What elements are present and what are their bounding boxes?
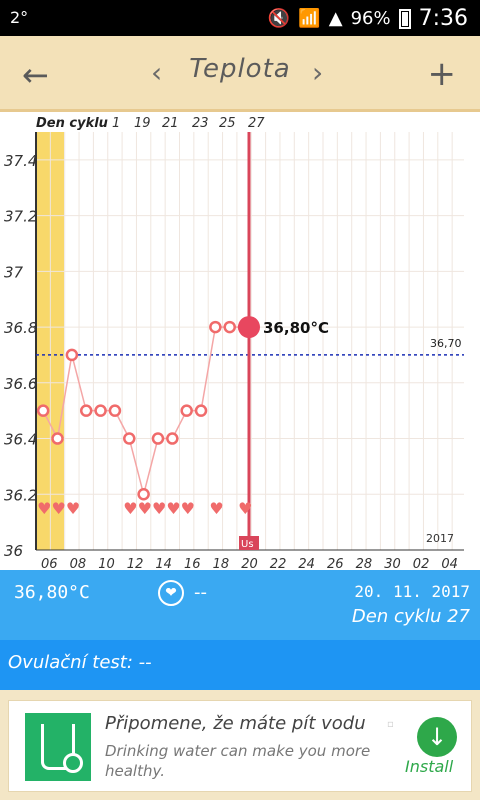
summary-date: 20. 11. 2017 (354, 582, 470, 601)
x-tick-label: 12 (127, 557, 144, 570)
signal-icon: ▲ (328, 8, 343, 29)
x-tick-label: 28 (356, 557, 373, 570)
ad-banner[interactable]: Připomene, že máte pít vodu ▫ Drinking w… (8, 700, 472, 792)
y-tick-label: 37.4 (4, 152, 37, 170)
year-label: 2017 (426, 532, 454, 545)
top-tick-label: 23 (192, 116, 209, 131)
data-point (223, 320, 236, 334)
x-tick-label: 02 (413, 557, 430, 570)
chevron-right-icon[interactable]: › (312, 56, 323, 89)
heart-icon[interactable]: ❤ (158, 580, 184, 606)
intercourse-value: -- (194, 582, 207, 603)
chart-svg: 36 36.2 36.4 36.6 36.8 37 37.2 37.4 Den cyklu 1 19… (0, 112, 480, 570)
y-tick-label: 36.8 (4, 319, 37, 337)
data-point (151, 432, 165, 445)
data-point (180, 404, 193, 417)
top-tick-label: 1 (112, 116, 120, 131)
data-point (36, 404, 50, 417)
x-tick-label: 26 (327, 557, 344, 570)
heart-marker: ♥ (123, 499, 137, 518)
battery-percent: 96% (350, 8, 391, 29)
heart-marker: ♥ (66, 499, 80, 518)
page-title-wrap: Teplota (150, 54, 330, 84)
summary-panel: 36,80°C ❤ -- 20. 11. 2017 Den cyklu 27 (0, 570, 480, 640)
heart-marker: ♥ (166, 499, 180, 518)
x-tick-label: 20 (241, 557, 258, 570)
install-button[interactable]: Install (405, 757, 453, 776)
y-tick-label: 37.2 (4, 208, 37, 226)
y-tick-label: 37 (4, 263, 24, 281)
data-point (79, 404, 93, 417)
status-clock: 7:36 (418, 6, 468, 31)
temperature-chart[interactable]: 36 36.2 36.4 36.6 36.8 37 37.2 37.4 Den cyklu 1 19… (0, 112, 480, 570)
plus-icon[interactable]: + (428, 54, 457, 94)
x-tick-label: 16 (184, 557, 201, 570)
battery-icon (398, 8, 411, 29)
cycle-day-header: Den cyklu (36, 116, 108, 131)
app-bar: ← ‹ Teplota › + (0, 36, 480, 112)
ad-description: Drinking water can make you more healthy… (105, 742, 371, 780)
top-tick-label: 25 (219, 116, 236, 131)
x-tick-label: 06 (41, 557, 58, 570)
top-tick-label: 19 (134, 116, 151, 131)
summary-cycle-day: Den cyklu 27 (351, 606, 470, 627)
today-marker-label: Us (241, 539, 254, 550)
x-tick-label: 18 (213, 557, 230, 570)
status-left-indicator: 2° (10, 8, 29, 27)
status-bar: 2° 🔇 📶 ▲ 96% 7:36 (0, 0, 480, 36)
page-title: Teplota (189, 54, 291, 84)
wifi-icon: 📶 (298, 8, 321, 29)
data-point (65, 348, 79, 362)
heart-marker: ♥ (209, 499, 223, 518)
x-tick-label: 24 (298, 557, 315, 570)
heart-marker: ♥ (37, 499, 51, 518)
ovulation-panel: Ovulační test: -- (0, 640, 480, 690)
data-point (108, 404, 122, 417)
top-tick-label: 21 (162, 116, 179, 131)
data-point (94, 404, 107, 417)
threshold-label: 36,70 (430, 337, 462, 350)
heart-marker: ♥ (138, 499, 152, 518)
current-point (238, 316, 260, 339)
x-tick-label: 22 (270, 557, 287, 570)
data-point (166, 432, 179, 445)
data-point (137, 488, 150, 501)
ad-title: Připomene, že máte pít vodu (105, 713, 366, 734)
status-right-area: 🔇 📶 ▲ 96% 7:36 (268, 6, 468, 31)
y-tick-label: 36.6 (4, 375, 37, 393)
data-point (123, 432, 136, 445)
clock-icon (63, 753, 83, 773)
heart-marker: ♥ (152, 499, 166, 518)
y-tick-label: 36 (4, 542, 23, 560)
heart-marker: ♥ (181, 499, 195, 518)
arrow-back-icon[interactable]: ← (22, 56, 49, 94)
heart-marker: ♥ (52, 499, 66, 518)
ovulation-test-label: Ovulační test: -- (8, 652, 152, 673)
x-tick-label: 04 (441, 557, 458, 570)
data-point (194, 404, 208, 417)
mute-icon: 🔇 (267, 8, 291, 29)
x-tick-label: 08 (70, 557, 87, 570)
data-point (209, 320, 222, 334)
data-point (51, 432, 64, 445)
y-tick-label: 36.2 (4, 486, 37, 504)
x-tick-label: 10 (98, 557, 115, 570)
x-tick-label: 30 (384, 557, 401, 570)
current-value-label: 36,80°C (263, 319, 329, 337)
app-icon (25, 713, 91, 781)
y-tick-label: 36.4 (4, 431, 37, 449)
ad-badge-icon: ▫ (387, 719, 394, 730)
heart-marker: ♥ (238, 499, 252, 518)
x-tick-label: 14 (155, 557, 172, 570)
download-icon[interactable]: ↓ (417, 717, 457, 757)
summary-temperature: 36,80°C (14, 582, 90, 603)
top-tick-label: 27 (248, 116, 265, 131)
